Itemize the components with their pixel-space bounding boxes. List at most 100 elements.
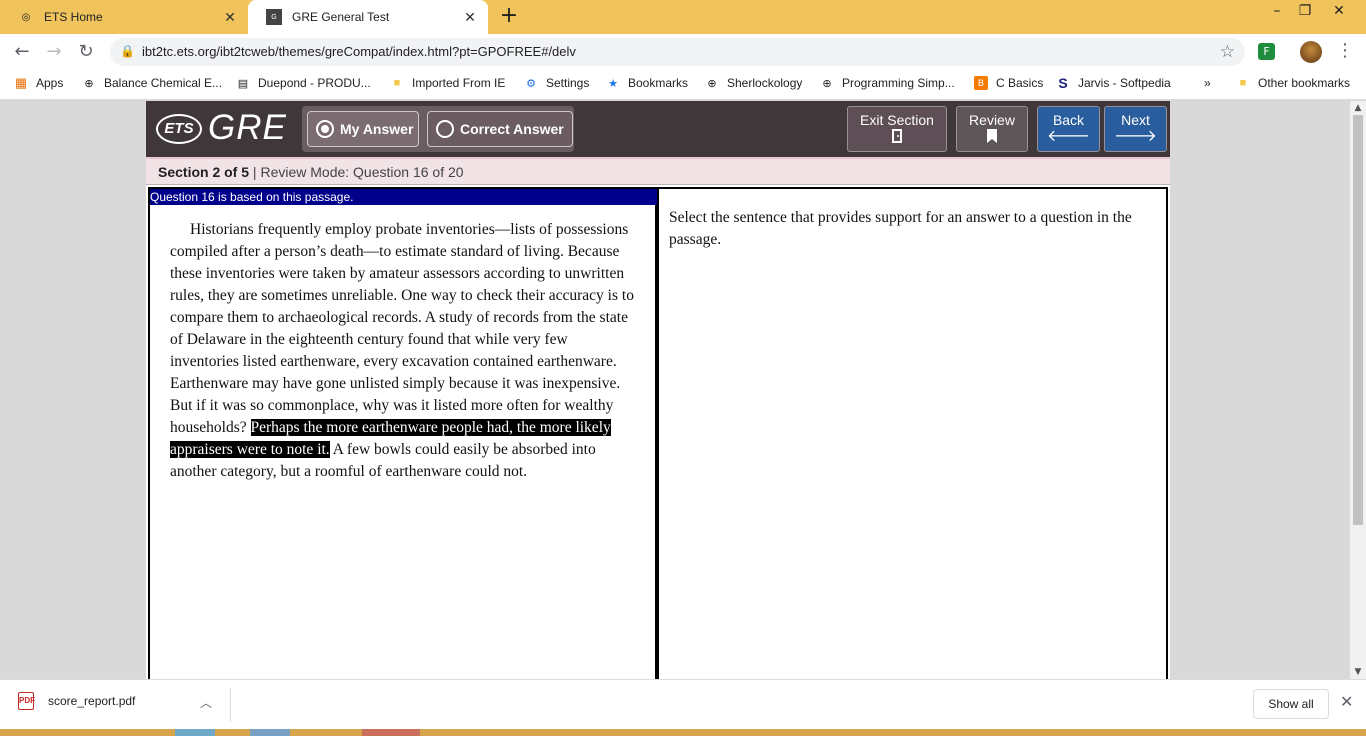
gre-favicon-icon: G: [266, 9, 282, 25]
back-label: Back: [1052, 112, 1085, 128]
divider: [230, 688, 231, 722]
download-filename: score_report.pdf: [48, 694, 136, 708]
profile-avatar[interactable]: [1300, 41, 1322, 63]
close-tab-icon[interactable]: ✕: [462, 9, 478, 25]
bookmark-bookmarks[interactable]: ★ Bookmarks: [606, 76, 688, 90]
arrow-left-icon: 🡐: [1047, 128, 1090, 145]
bookmark-label: C Basics: [996, 76, 1044, 90]
correct-answer-label: Correct Answer: [460, 121, 564, 137]
passage-sentences[interactable]: Historians frequently employ probate inv…: [170, 221, 634, 436]
globe-icon: ⊕: [822, 77, 832, 90]
gre-logo: GRE: [208, 108, 287, 147]
page-icon: ▤: [237, 77, 249, 90]
bookmark-icon: [957, 128, 1027, 149]
section-indicator: Section 2 of 5: [158, 164, 250, 180]
bookmark-imported-from-ie[interactable]: ■ Imported From IE: [390, 76, 506, 90]
section-status-bar: Section 2 of 5 | Review Mode: Question 1…: [146, 157, 1170, 185]
menu-kebab-icon[interactable]: ⋮: [1336, 40, 1354, 61]
door-exit-icon: [848, 128, 946, 149]
chevron-up-icon[interactable]: ︿: [200, 694, 212, 711]
forward-arrow-icon[interactable]: →: [42, 40, 66, 64]
scroll-thumb[interactable]: [1353, 115, 1363, 525]
bookmarks-bar: ▦ Apps ⊕ Balance Chemical E... ▤ Duepond…: [0, 70, 1366, 100]
bookmark-label: Jarvis - Softpedia: [1078, 76, 1171, 90]
s-logo-icon: S: [1058, 75, 1068, 91]
bookmark-sherlockology[interactable]: ⊕ Sherlockology: [705, 76, 802, 90]
bookmark-other-bookmarks[interactable]: ■ Other bookmarks: [1236, 76, 1350, 90]
bookmark-c-basics[interactable]: B C Basics: [974, 76, 1043, 90]
my-answer-button[interactable]: My Answer: [307, 111, 419, 147]
scroll-down-arrow-icon[interactable]: ▼: [1350, 667, 1366, 677]
bookmark-label: Apps: [36, 76, 64, 90]
download-item[interactable]: PDF score_report.pdf: [18, 692, 135, 710]
star-icon: ★: [608, 77, 618, 90]
passage-heading: Question 16 is based on this passage.: [150, 189, 657, 205]
folder-icon: ■: [1239, 77, 1247, 89]
question-prompt: Select the sentence that provides suppor…: [669, 209, 1132, 248]
review-mode-text: Review Mode: Question 16 of 20: [260, 164, 464, 180]
taskbar-app[interactable]: [362, 729, 420, 736]
next-label: Next: [1121, 112, 1150, 128]
bookmark-label: Sherlockology: [727, 76, 803, 90]
exit-section-button[interactable]: Exit Section: [847, 106, 947, 152]
scroll-up-arrow-icon[interactable]: ▲: [1350, 103, 1366, 113]
bookmark-programming-simp[interactable]: ⊕ Programming Simp...: [820, 76, 955, 90]
close-tab-icon[interactable]: ✕: [222, 9, 238, 25]
show-all-button[interactable]: Show all: [1253, 689, 1329, 719]
bookmark-jarvis-softpedia[interactable]: S Jarvis - Softpedia: [1056, 75, 1171, 91]
bookmark-label: Bookmarks: [628, 76, 689, 90]
minimize-button[interactable]: –: [1262, 0, 1292, 30]
restore-button[interactable]: ❐: [1290, 0, 1320, 30]
radio-selected-icon: [316, 120, 334, 138]
tab-title: ETS Home: [44, 10, 103, 24]
bookmark-label: Other bookmarks: [1258, 76, 1351, 90]
browser-tab-strip: ◎ ETS Home ✕ G GRE General Test ✕ + – ❐ …: [0, 0, 1366, 34]
close-window-button[interactable]: ✕: [1324, 0, 1354, 30]
extension-icon[interactable]: F: [1258, 43, 1275, 60]
passage-text: Historians frequently employ probate inv…: [170, 219, 640, 483]
reload-icon[interactable]: ↻: [74, 40, 98, 64]
radio-unselected-icon: [436, 120, 454, 138]
address-bar[interactable]: 🔒 ibt2tc.ets.org/ibt2tcweb/themes/greCom…: [110, 38, 1245, 66]
apps-grid-icon: ▦: [14, 75, 28, 90]
taskbar-app[interactable]: [175, 729, 215, 736]
bookmark-star-icon[interactable]: ☆: [1220, 42, 1235, 62]
ets-favicon-icon: ◎: [21, 11, 31, 23]
folder-icon: ■: [393, 77, 401, 89]
review-label: Review: [969, 112, 1015, 128]
correct-answer-button[interactable]: Correct Answer: [427, 111, 573, 147]
bookmark-label: Settings: [546, 76, 590, 90]
bookmarks-overflow-chevron[interactable]: »: [1204, 76, 1211, 90]
lock-icon: 🔒: [120, 44, 135, 58]
new-tab-button[interactable]: +: [498, 5, 520, 28]
bookmark-label: Duepond - PRODU...: [258, 76, 371, 90]
bookmark-label: Programming Simp...: [842, 76, 955, 90]
back-button[interactable]: Back 🡐: [1037, 106, 1100, 152]
browser-toolbar: ← → ↻ 🔒 ibt2tc.ets.org/ibt2tcweb/themes/…: [0, 34, 1366, 70]
pdf-file-icon: PDF: [18, 692, 35, 710]
taskbar-app[interactable]: [250, 729, 290, 736]
bookmark-settings[interactable]: ⚙ Settings: [524, 76, 589, 90]
ets-logo: ETS: [156, 114, 202, 144]
next-button[interactable]: Next 🡒: [1104, 106, 1167, 152]
bookmark-duepond[interactable]: ▤ Duepond - PRODU...: [236, 76, 371, 90]
arrow-right-icon: 🡒: [1114, 128, 1157, 145]
tab-gre-general-test[interactable]: G GRE General Test ✕: [248, 0, 488, 34]
os-taskbar: [0, 729, 1366, 736]
bookmark-balance-chemical[interactable]: ⊕ Balance Chemical E...: [82, 76, 222, 90]
download-shelf: PDF score_report.pdf ︿ Show all ✕: [0, 679, 1366, 729]
back-arrow-icon[interactable]: ←: [10, 40, 34, 64]
gre-test-window: ETS GRE My Answer Correct Answer Exit Se…: [146, 101, 1170, 679]
page-scrollbar[interactable]: ▲ ▼: [1350, 101, 1366, 679]
tab-ets-home[interactable]: ◎ ETS Home ✕: [0, 0, 248, 34]
review-button[interactable]: Review: [956, 106, 1028, 152]
url-text[interactable]: ibt2tc.ets.org/ibt2tcweb/themes/greCompa…: [142, 44, 576, 59]
bookmark-apps[interactable]: ▦ Apps: [14, 75, 64, 90]
passage-pane: Question 16 is based on this passage. Hi…: [148, 187, 657, 679]
globe-icon: ⊕: [84, 77, 94, 90]
close-icon[interactable]: ✕: [1340, 692, 1353, 711]
gre-header: ETS GRE My Answer Correct Answer Exit Se…: [146, 101, 1170, 157]
blogger-icon: B: [974, 76, 988, 90]
exit-section-label: Exit Section: [860, 112, 934, 128]
bookmark-label: Imported From IE: [412, 76, 506, 90]
